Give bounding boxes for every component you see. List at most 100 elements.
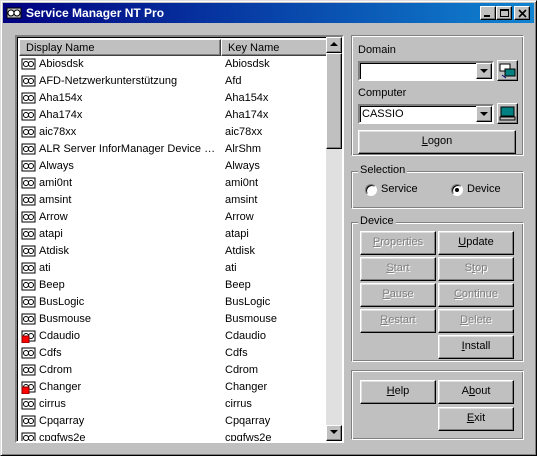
key-name-cell: Aha174x [225, 109, 269, 121]
list-item[interactable]: Atdisk Atdisk [19, 243, 330, 260]
scroll-thumb[interactable] [326, 53, 342, 149]
domain-combo[interactable] [358, 61, 494, 81]
chevron-down-icon[interactable] [476, 63, 492, 79]
display-name-cell: AFD-Netzwerkunterstützung [39, 75, 178, 87]
key-name-cell: Afd [225, 75, 242, 87]
list-item[interactable]: Aha154x Aha154x [19, 90, 330, 107]
display-name-cell: Changer [39, 381, 82, 393]
connection-panel: Domain Computer CASSIO Logon [351, 35, 524, 156]
list-item[interactable]: ALR Server InforManager Device D... AlrSh… [19, 141, 330, 158]
list-item[interactable]: cirrus cirrus [19, 396, 330, 413]
list-item[interactable]: Aha174x Aha174x [19, 107, 330, 124]
device-radio-label[interactable]: Device [467, 183, 501, 195]
list-item[interactable]: Busmouse Busmouse [19, 311, 330, 328]
device-stopped-icon [21, 329, 37, 344]
key-name-cell: Abiosdsk [225, 58, 270, 70]
list-item[interactable]: aic78xx aic78xx [19, 124, 330, 141]
computer-combo[interactable]: CASSIO [358, 104, 494, 124]
list-item[interactable]: BusLogic BusLogic [19, 294, 330, 311]
list-item[interactable]: Cdfs Cdfs [19, 345, 330, 362]
display-name-cell: Cdfs [39, 347, 62, 359]
service-radio[interactable] [365, 184, 377, 196]
window-title: Service Manager NT Pro [26, 6, 165, 20]
continue-button[interactable]: Continue [438, 283, 514, 307]
list-item[interactable]: Cpqarray Cpqarray [19, 413, 330, 430]
list-item[interactable]: ati ati [19, 260, 330, 277]
device-group: Device Properties Update Start Stop Paus… [351, 215, 524, 362]
display-name-cell: Cpqarray [39, 415, 85, 427]
vertical-scrollbar[interactable] [326, 37, 342, 441]
restart-button[interactable]: Restart [360, 309, 436, 333]
list-item[interactable]: Abiosdsk Abiosdsk [19, 56, 330, 73]
properties-button[interactable]: Properties [360, 231, 436, 255]
start-button[interactable]: Start [360, 257, 436, 281]
logon-button[interactable]: Logon [358, 130, 516, 154]
browse-domain-button[interactable] [497, 60, 518, 81]
display-name-cell: Beep [39, 279, 65, 291]
display-name-cell: Aha154x [39, 92, 83, 104]
display-name-cell: Abiosdsk [39, 58, 84, 70]
minimize-button[interactable] [480, 6, 496, 20]
key-name-cell: BusLogic [225, 296, 271, 308]
help-button[interactable]: Help [360, 380, 436, 404]
device-radio[interactable] [451, 184, 463, 196]
list-item[interactable]: ami0nt ami0nt [19, 175, 330, 192]
display-name-cell: ati [39, 262, 51, 274]
exit-button[interactable]: Exit [438, 407, 514, 431]
key-name-cell: Atdisk [225, 245, 255, 257]
device-icon [21, 142, 37, 156]
computer-icon [499, 106, 516, 121]
scroll-up-button[interactable] [326, 37, 342, 53]
device-icon [21, 159, 37, 173]
list-item[interactable]: Changer Changer [19, 379, 330, 396]
key-name-cell: ami0nt [225, 177, 259, 189]
list-item[interactable]: AFD-Netzwerkunterstützung Afd [19, 73, 330, 90]
list-item[interactable]: cpqfws2e cpqfws2e [19, 430, 330, 441]
scroll-down-button[interactable] [326, 425, 342, 441]
app-window: Service Manager NT Pro Display Name Key … [0, 0, 537, 456]
selection-label: Selection [358, 164, 408, 176]
network-icon [499, 63, 516, 79]
app-icon[interactable] [6, 5, 22, 21]
service-radio-label[interactable]: Service [381, 183, 418, 195]
browse-computer-button[interactable] [497, 103, 518, 124]
pause-button[interactable]: Pause [360, 283, 436, 307]
display-name-cell: Cdrom [39, 364, 73, 376]
install-button[interactable]: Install [438, 335, 514, 359]
list-item[interactable]: Arrow Arrow [19, 209, 330, 226]
key-name-cell: amsint [225, 194, 258, 206]
display-name-cell: BusLogic [39, 296, 85, 308]
list-item[interactable]: Cdaudio Cdaudio [19, 328, 330, 345]
list-item[interactable]: atapi atapi [19, 226, 330, 243]
list-item[interactable]: amsint amsint [19, 192, 330, 209]
delete-button[interactable]: Delete [438, 309, 514, 333]
update-button[interactable]: Update [438, 231, 514, 255]
key-name-cell: Changer [225, 381, 268, 393]
key-name-cell: Beep [225, 279, 251, 291]
about-button[interactable]: About [438, 380, 514, 404]
chevron-down-icon[interactable] [476, 106, 492, 122]
selection-group: Selection Service Device [351, 164, 524, 209]
display-name-cell: ALR Server InforManager Device D... [39, 143, 219, 155]
list-item[interactable]: Always Always [19, 158, 330, 175]
column-header-display-name[interactable]: Display Name [19, 39, 221, 56]
computer-value: CASSIO [362, 108, 404, 120]
stop-button[interactable]: Stop [438, 257, 514, 281]
list-item[interactable]: Beep Beep [19, 277, 330, 294]
key-name-cell: ati [225, 262, 237, 274]
list-item[interactable]: Cdrom Cdrom [19, 362, 330, 379]
device-icon [21, 193, 37, 207]
display-name-cell: Aha174x [39, 109, 83, 121]
key-name-cell: cirrus [225, 398, 252, 410]
device-icon [21, 397, 37, 411]
device-icon [21, 108, 37, 122]
display-name-cell: atapi [39, 228, 63, 240]
close-button[interactable] [514, 6, 530, 20]
column-header-key-name[interactable]: Key Name [221, 39, 330, 56]
device-icon [21, 278, 37, 292]
maximize-button[interactable] [496, 6, 512, 20]
device-icon [21, 312, 37, 326]
device-list[interactable]: Display Name Key Name Abiosdsk Abiosdsk AF… [15, 35, 344, 443]
device-icon [21, 414, 37, 428]
device-icon [21, 363, 37, 377]
